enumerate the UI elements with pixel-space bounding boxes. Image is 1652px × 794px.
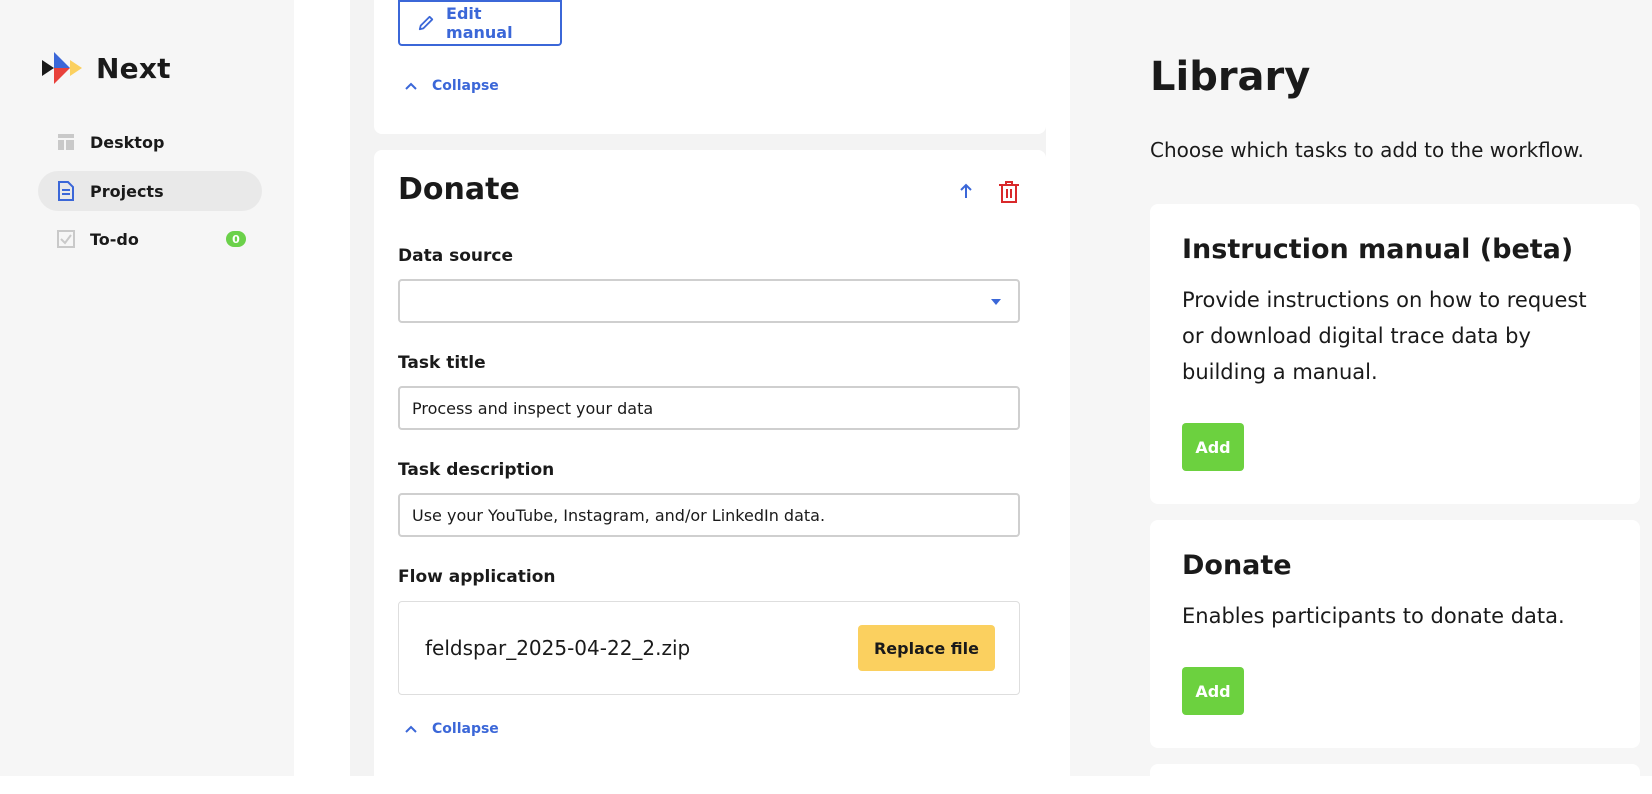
library-item-title: Donate <box>1182 550 1292 581</box>
flow-application-file: feldspar_2025-04-22_2.zip Replace file <box>398 601 1020 695</box>
data-source-select[interactable] <box>398 279 1020 323</box>
todo-count-badge: 0 <box>226 231 246 247</box>
delete-button[interactable] <box>998 180 1020 208</box>
sidebar-item-todo[interactable]: To-do 0 <box>38 219 262 259</box>
arrow-up-icon <box>960 183 972 198</box>
data-source-label: Data source <box>398 246 513 266</box>
library-title: Library <box>1150 54 1311 100</box>
document-icon <box>54 179 78 203</box>
library-item-description: Provide instructions on how to request o… <box>1182 288 1587 384</box>
move-up-button[interactable] <box>958 182 974 204</box>
task-description-label: Task description <box>398 460 555 480</box>
sidebar-item-label: Projects <box>90 181 164 201</box>
library-item-description: Enables participants to donate data. <box>1182 604 1565 628</box>
sidebar-item-desktop[interactable]: Desktop <box>38 122 262 162</box>
task-title-label: Task title <box>398 353 486 373</box>
library-item-next <box>1150 764 1640 794</box>
task-description-input[interactable]: Use your YouTube, Instagram, and/or Link… <box>398 493 1020 537</box>
library-item-donate: Donate Enables participants to donate da… <box>1150 520 1640 748</box>
main-gutter <box>294 0 350 776</box>
task-title-input[interactable]: Process and inspect your data <box>398 386 1020 430</box>
collapse-label: Collapse <box>432 721 499 737</box>
collapse-donate-button[interactable]: Collapse <box>404 721 499 737</box>
add-donate-button[interactable]: Add <box>1182 667 1244 715</box>
library-item-title: Instruction manual (beta) <box>1182 234 1574 265</box>
donate-task-card: Donate Data source Task title Process an… <box>374 150 1046 790</box>
replace-file-button[interactable]: Replace file <box>857 625 995 671</box>
card-title: Donate <box>398 172 520 207</box>
library-item-instruction-manual: Instruction manual (beta) Provide instru… <box>1150 204 1640 504</box>
app-logo[interactable]: Next <box>40 48 171 88</box>
edit-manual-label: Edit manual <box>446 4 513 42</box>
collapse-manual-button[interactable]: Collapse <box>404 78 499 94</box>
main-gutter <box>1046 0 1070 776</box>
task-description-value: Use your YouTube, Instagram, and/or Link… <box>412 505 826 525</box>
task-title-value: Process and inspect your data <box>412 398 654 418</box>
file-name: feldspar_2025-04-22_2.zip <box>425 636 691 660</box>
pencil-icon <box>418 15 434 31</box>
chevron-up-icon <box>405 82 417 90</box>
next-logo-icon <box>42 52 82 84</box>
sidebar: Next Desktop Projects To-do 0 <box>0 0 294 776</box>
checkbox-icon <box>54 227 78 251</box>
trash-icon <box>999 181 1019 203</box>
caret-down-icon <box>991 299 1001 305</box>
flow-application-label: Flow application <box>398 567 556 587</box>
collapse-label: Collapse <box>432 78 499 94</box>
app-name: Next <box>96 51 171 85</box>
chevron-up-icon <box>405 725 417 733</box>
sidebar-item-label: To-do <box>90 229 139 249</box>
library-panel: Library Choose which tasks to add to the… <box>1070 0 1652 794</box>
manual-task-card: Edit manual Collapse <box>374 0 1046 134</box>
sidebar-item-label: Desktop <box>90 132 165 152</box>
desktop-icon <box>54 130 78 154</box>
library-description: Choose which tasks to add to the workflo… <box>1150 138 1584 162</box>
edit-manual-button[interactable]: Edit manual <box>398 0 562 46</box>
sidebar-item-projects[interactable]: Projects <box>38 171 262 211</box>
add-instruction-manual-button[interactable]: Add <box>1182 423 1244 471</box>
